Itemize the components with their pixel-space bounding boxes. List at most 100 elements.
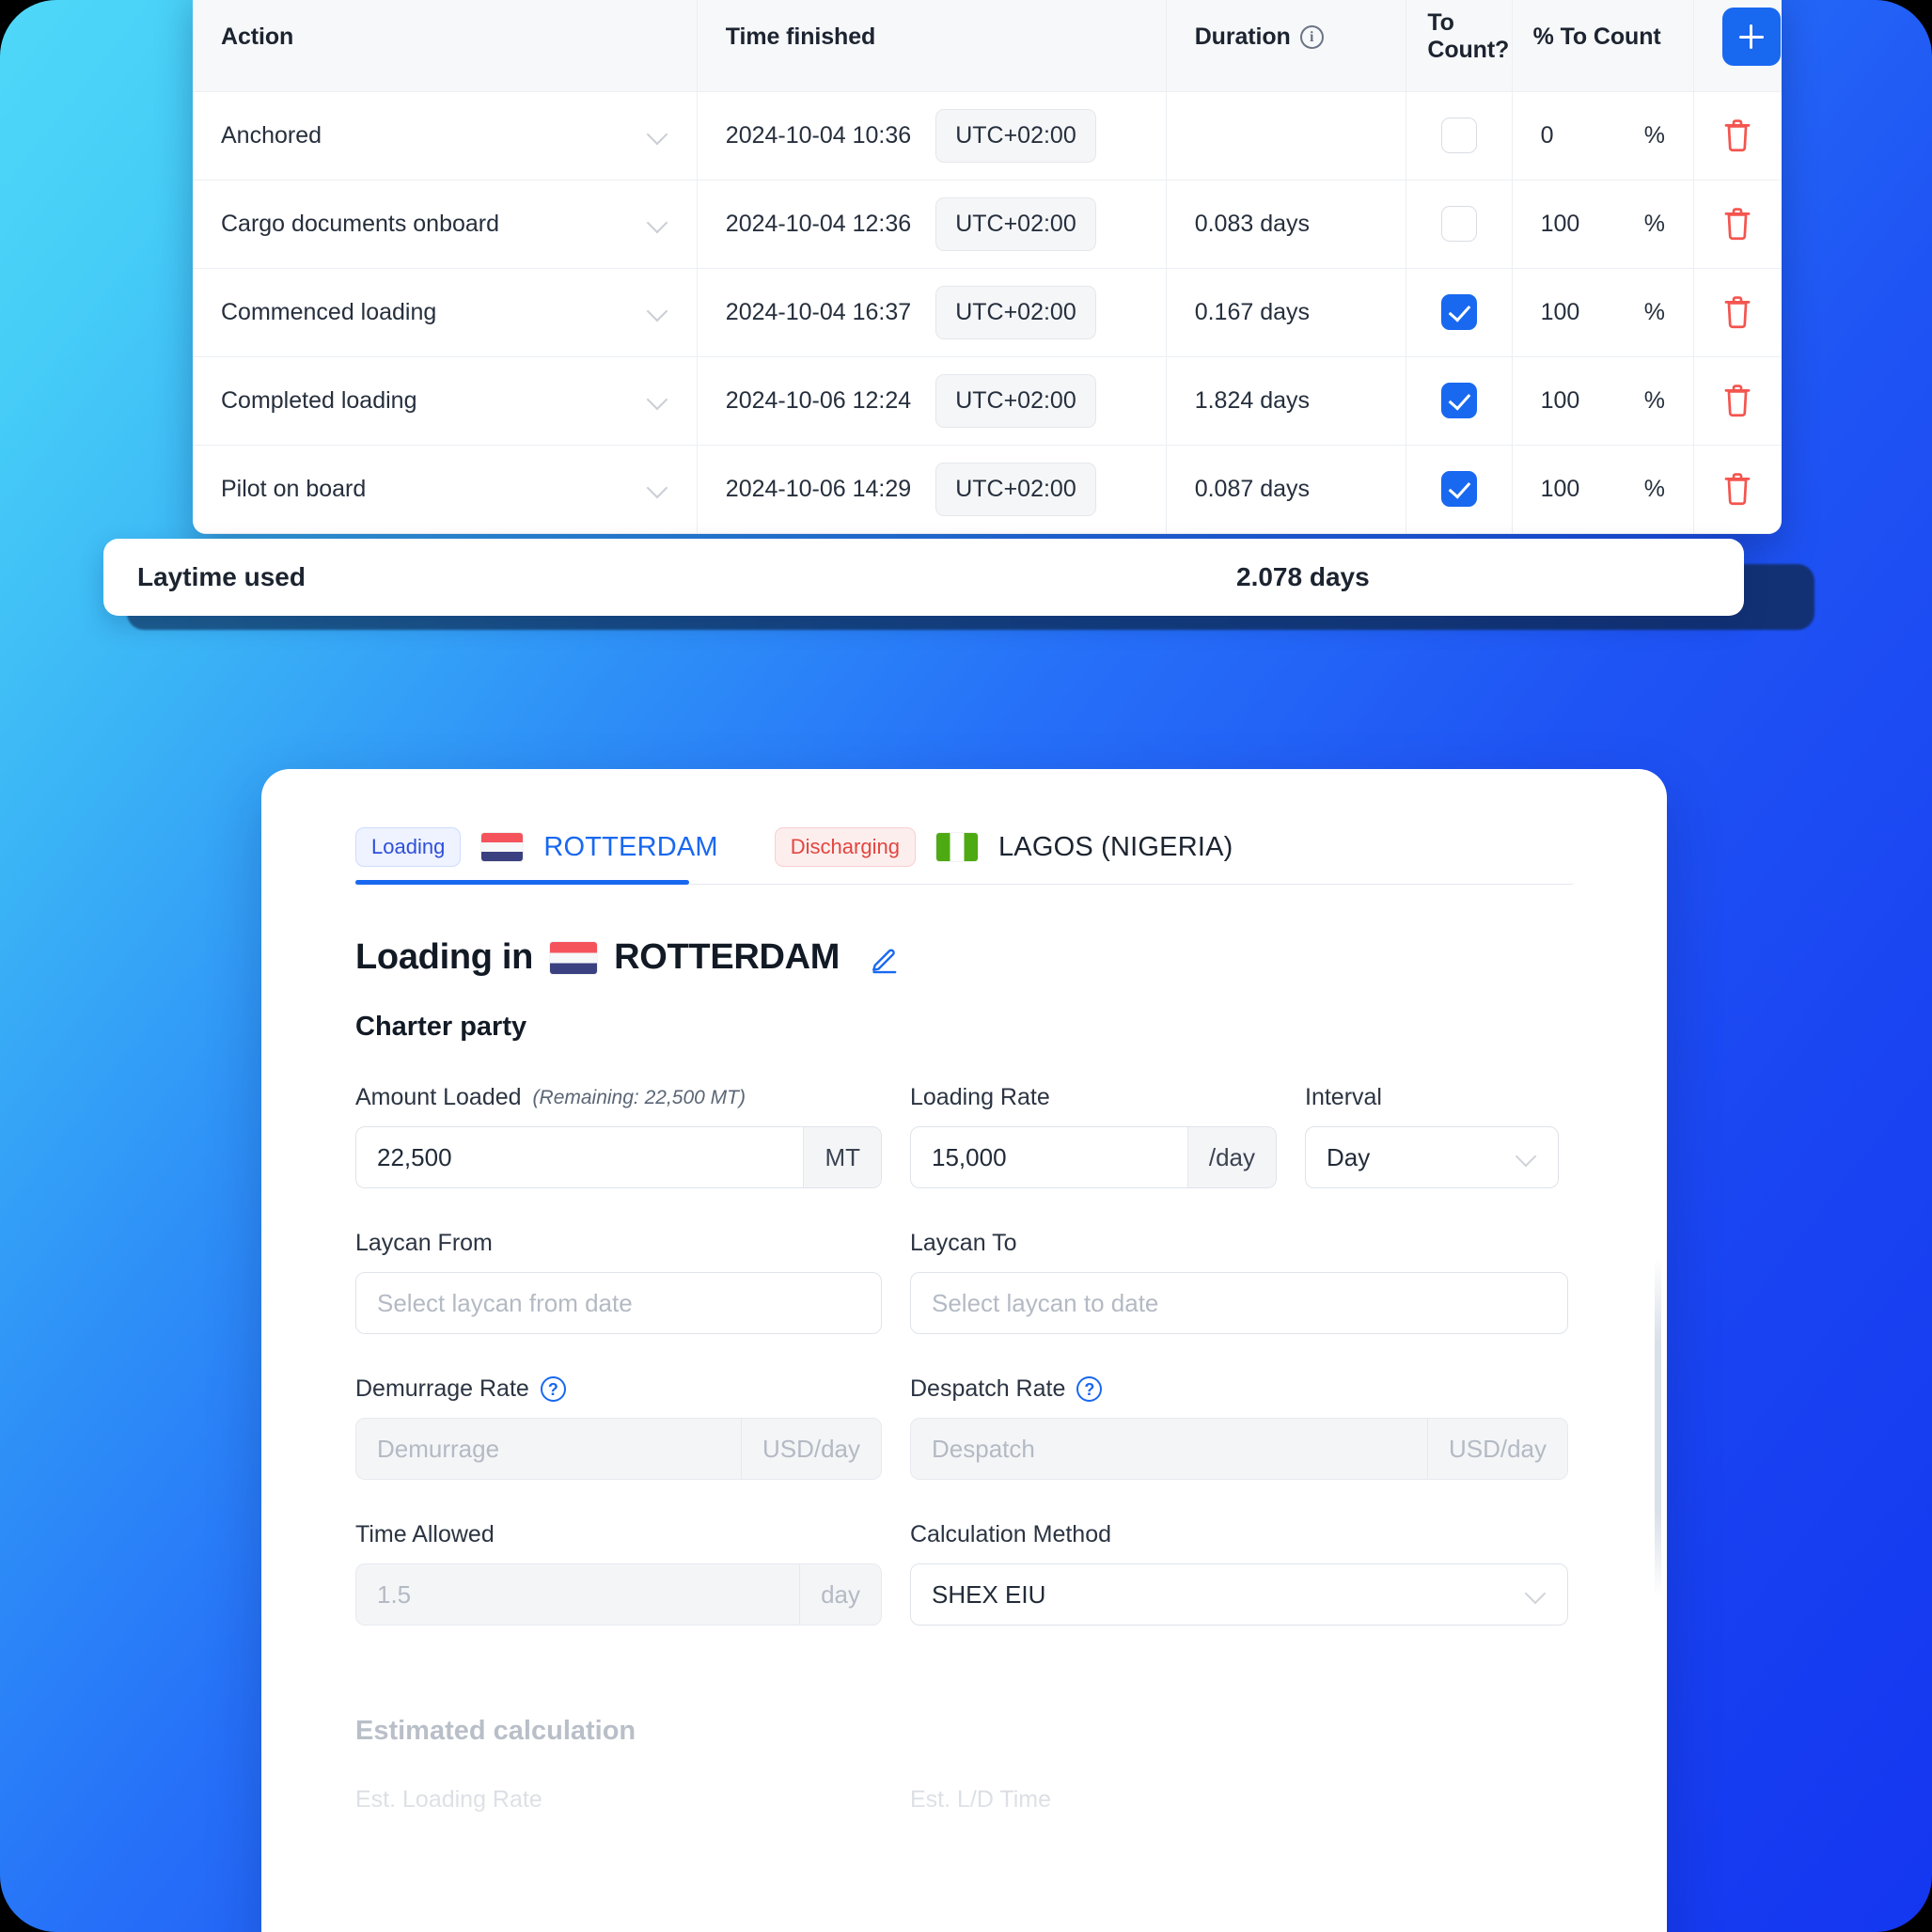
app-background: Action Time finished Duration i To Count… (0, 0, 1932, 1932)
to-count-checkbox[interactable] (1440, 471, 1477, 507)
action-label: Commenced loading (221, 298, 437, 325)
action-label: Anchored (221, 121, 322, 149)
cell-time-finished: 2024-10-06 12:24 UTC+02:00 (697, 356, 1167, 446)
to-count-checkbox[interactable] (1440, 294, 1477, 330)
timezone-chip[interactable]: UTC+02:00 (935, 462, 1096, 516)
despatch-rate-unit: USD/day (1426, 1419, 1567, 1479)
time-finished-value[interactable]: 2024-10-04 16:37 (726, 299, 911, 326)
pct-to-count-value[interactable]: 100 (1541, 299, 1580, 326)
table-row: Anchored 2024-10-04 10:36 UTC+02:00 0% (193, 91, 1782, 181)
cell-duration: 0.167 days (1166, 268, 1407, 357)
table-row: Commenced loading 2024-10-04 16:37 UTC+02:… (193, 268, 1782, 357)
cell-action[interactable]: Commenced loading (193, 268, 698, 357)
card-scrollbar[interactable] (1655, 1258, 1661, 1596)
trash-icon[interactable] (1721, 471, 1753, 507)
time-allowed-input[interactable] (356, 1564, 800, 1625)
to-count-checkbox[interactable] (1440, 206, 1477, 242)
amount-loaded-input[interactable] (356, 1127, 804, 1187)
chevron-down-icon[interactable] (648, 302, 668, 322)
despatch-rate-input[interactable] (911, 1419, 1427, 1479)
chevron-down-icon[interactable] (648, 125, 668, 146)
cell-delete (1693, 268, 1782, 357)
cell-action[interactable]: Pilot on board (193, 445, 698, 534)
timezone-chip[interactable]: UTC+02:00 (935, 373, 1096, 428)
question-icon[interactable]: ? (540, 1376, 566, 1402)
field-laycan-from: Laycan From (355, 1230, 882, 1334)
add-row-button[interactable] (1721, 8, 1781, 67)
chevron-down-icon[interactable] (648, 479, 668, 499)
trash-icon[interactable] (1721, 294, 1753, 330)
cell-action[interactable]: Anchored (193, 91, 698, 181)
time-allowed-inputbox: day (355, 1563, 882, 1626)
time-finished-value[interactable]: 2024-10-06 12:24 (726, 387, 911, 415)
to-count-checkbox[interactable] (1440, 118, 1477, 153)
trash-icon[interactable] (1721, 383, 1753, 418)
percent-sign: % (1643, 386, 1665, 414)
label-interval: Interval (1305, 1084, 1382, 1110)
cell-delete (1693, 91, 1782, 181)
label-est-ld-time: Est. L/D Time (910, 1786, 1052, 1813)
pct-to-count-value[interactable]: 100 (1541, 211, 1580, 238)
label-est-loading-rate: Est. Loading Rate (355, 1786, 542, 1813)
laycan-from-input[interactable] (356, 1273, 881, 1333)
despatch-rate-inputbox: USD/day (910, 1418, 1568, 1480)
pct-to-count-value[interactable]: 0 (1541, 122, 1554, 149)
tab-loading-rotterdam[interactable]: Loading ROTTERDAM (355, 827, 718, 867)
form-row-rates: Demurrage Rate ? USD/day Despatch Rate ? (355, 1375, 1573, 1480)
interval-select[interactable]: Day (1305, 1126, 1559, 1188)
label-demurrage-rate: Demurrage Rate ? (355, 1375, 882, 1403)
cell-to-count (1406, 445, 1513, 534)
action-label: Cargo documents onboard (221, 210, 500, 237)
action-label: Completed loading (221, 386, 417, 414)
timezone-chip[interactable]: UTC+02:00 (935, 285, 1096, 339)
cell-pct-to-count: 100% (1512, 356, 1694, 446)
laycan-to-input[interactable] (911, 1273, 1567, 1333)
timezone-chip[interactable]: UTC+02:00 (935, 196, 1096, 251)
loading-rate-unit: /day (1186, 1127, 1276, 1187)
time-finished-value[interactable]: 2024-10-06 14:29 (726, 476, 911, 503)
demurrage-rate-input[interactable] (356, 1419, 741, 1479)
cell-time-finished: 2024-10-04 10:36 UTC+02:00 (697, 91, 1167, 181)
info-icon[interactable]: i (1299, 24, 1324, 49)
pct-to-count-value[interactable]: 100 (1541, 387, 1580, 415)
pencil-icon[interactable] (870, 942, 902, 974)
question-icon[interactable]: ? (1076, 1376, 1103, 1402)
calculation-method-select[interactable]: SHEX EIU (910, 1563, 1568, 1626)
trash-icon[interactable] (1721, 118, 1753, 153)
trash-icon[interactable] (1721, 206, 1753, 242)
laytime-used-bar: Laytime used 2.078 days (103, 539, 1744, 616)
tab-discharging-lagos[interactable]: Discharging LAGOS (NIGERIA) (774, 827, 1233, 867)
laycan-to-inputbox (910, 1272, 1568, 1334)
field-est-ld-time: Est. L/D Time (910, 1786, 1568, 1814)
chevron-down-icon[interactable] (648, 213, 668, 234)
time-finished-value[interactable]: 2024-10-04 10:36 (726, 122, 911, 149)
loading-rate-input[interactable] (911, 1127, 1187, 1187)
cell-action[interactable]: Cargo documents onboard (193, 180, 698, 269)
amount-loaded-inputbox: MT (355, 1126, 882, 1188)
timezone-chip[interactable]: UTC+02:00 (935, 108, 1096, 163)
estimated-calculation-title: Estimated calculation (355, 1716, 636, 1746)
calculation-method-value: SHEX EIU (932, 1579, 1046, 1609)
table-row: Pilot on board 2024-10-06 14:29 UTC+02:00 0… (193, 445, 1782, 534)
estimated-calculation-row: Est. Loading Rate Est. L/D Time (355, 1786, 1573, 1814)
cell-action[interactable]: Completed loading (193, 356, 698, 446)
field-demurrage-rate: Demurrage Rate ? USD/day (355, 1375, 882, 1480)
cell-duration: 0.083 days (1166, 180, 1407, 269)
cell-delete (1693, 180, 1782, 269)
chevron-down-icon[interactable] (648, 390, 668, 411)
section-title-charter-party: Charter party (355, 1012, 527, 1042)
time-finished-value[interactable]: 2024-10-04 12:36 (726, 211, 911, 238)
table-row: Cargo documents onboard 2024-10-04 12:36 U… (193, 180, 1782, 269)
pct-to-count-value[interactable]: 100 (1541, 476, 1580, 503)
column-header-to-count: To Count? (1406, 0, 1513, 92)
percent-sign: % (1643, 210, 1665, 237)
label-amount-loaded: Amount Loaded (Remaining: 22,500 MT) (355, 1084, 746, 1110)
time-allowed-unit: day (799, 1564, 881, 1625)
cell-duration: 0.087 days (1166, 445, 1407, 534)
percent-sign: % (1643, 475, 1665, 502)
cell-to-count (1406, 268, 1513, 357)
to-count-checkbox[interactable] (1440, 383, 1477, 418)
field-loading-rate: Loading Rate /day (910, 1084, 1277, 1188)
active-tab-underline (355, 880, 689, 885)
laytime-events-card: Action Time finished Duration i To Count… (193, 0, 1782, 534)
